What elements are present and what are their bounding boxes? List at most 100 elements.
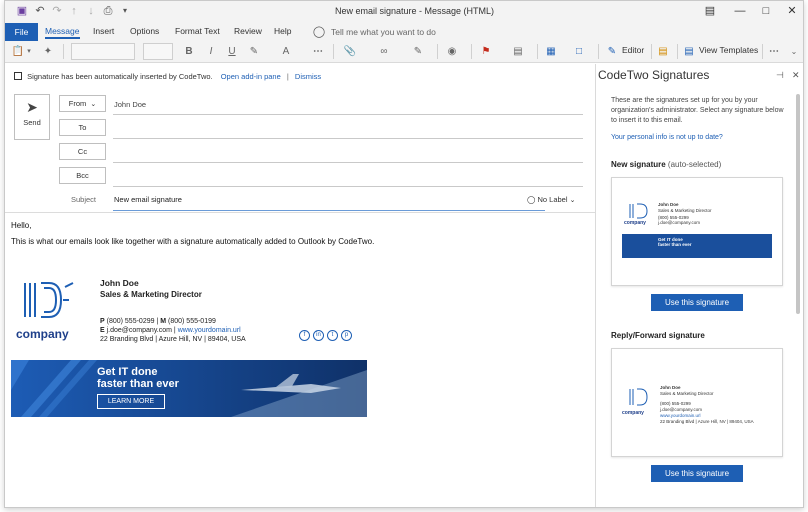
reply-signature-heading: Reply/Forward signature [611,331,705,340]
close-button[interactable]: ✕ [777,3,803,19]
banner-headline: Get IT done faster than ever [97,366,179,390]
dismiss-link[interactable]: Dismiss [295,72,321,81]
undo-icon[interactable]: ↶ [33,4,47,18]
mini-phone: (800) 555-0299 [660,401,691,406]
send-button[interactable]: ➤ Send [14,94,50,140]
pinterest-icon[interactable]: p [341,330,352,341]
underline-icon[interactable]: U [226,45,238,59]
customize-toolbar-icon[interactable]: ▾ [118,4,132,18]
pin-icon[interactable]: ⊣ [776,70,784,81]
mini-email: j.doe@company.com [660,407,703,412]
logo-mark-icon [24,282,74,318]
mini-logo-text: company [622,410,644,416]
logo-mark-icon [629,388,648,406]
signature-title: Sales & Marketing Director [100,290,202,299]
redo-icon[interactable]: ↷ [50,4,64,18]
to-button[interactable]: To [59,119,106,136]
view-templates-icon[interactable]: ▤ [683,45,695,59]
learn-more-button[interactable]: LEARN MORE [97,394,165,409]
sensitivity-label-button[interactable]: ◯ No Label ⌄ [527,195,576,204]
title-bar: ▣ ↶ ↷ ↑ ↓ ⎙ ▾ New email signature - Mess… [5,1,803,23]
bcc-button[interactable]: Bcc [59,167,106,184]
dictate-icon[interactable]: ◉ [445,45,459,59]
twitter-icon[interactable]: t [327,330,338,341]
send-icon: ➤ [26,99,38,115]
to-field[interactable] [113,138,583,139]
signature-icon[interactable]: ✎ [411,45,425,59]
tab-file[interactable]: File [5,23,38,41]
tab-format-text[interactable]: Format Text [175,26,220,36]
from-button[interactable]: From ⌄ [59,95,106,112]
italic-icon[interactable]: I [205,45,217,59]
personal-info-link[interactable]: Your personal info is not up to date? [611,134,723,141]
use-reply-signature-button[interactable]: Use this signature [651,465,743,482]
mini-title: Sales & Marketing Director [658,208,712,213]
cc-field[interactable] [113,162,583,163]
logo-text: company [16,327,69,341]
signature-phones: P (800) 555-0299 | M (800) 555-0199 [100,318,216,325]
tell-me-search[interactable]: Tell me what you want to do [331,27,436,37]
outlook-window: ▣ ↶ ↷ ↑ ↓ ⎙ ▾ New email signature - Mess… [4,0,804,508]
pane-close-icon[interactable]: ✕ [792,70,800,81]
reply-signature-preview[interactable]: company John Doe Sales & Marketing Direc… [611,348,783,457]
signature-address: 22 Branding Blvd | Azure Hill, NV | 8940… [100,336,246,343]
chevron-down-icon: ⌄ [90,101,97,108]
highlight-icon[interactable]: ✎ [247,45,261,59]
cc-button[interactable]: Cc [59,143,106,160]
greeting: Hello, [11,221,32,230]
ribbon-tabs: File Message Insert Options Format Text … [5,23,803,41]
subject-input[interactable]: New email signature [114,195,182,204]
attach-file-icon[interactable]: 📎 [343,45,357,59]
view-templates-button[interactable]: View Templates [699,45,758,55]
logo-mark-icon [629,203,648,219]
paste-dropdown-icon[interactable]: ▾ [25,45,33,59]
down-arrow-icon[interactable]: ↓ [84,4,98,18]
font-color-icon[interactable]: A [279,45,293,59]
send-label: Send [23,118,41,127]
paste-icon[interactable]: 📋 [11,45,25,59]
mini-address: 22 Branding Blvd | Azure Hill, NV | 8940… [660,419,754,424]
tags-icon[interactable]: ▤ [511,45,525,59]
link-icon[interactable]: ∞ [377,45,391,59]
new-signature-heading: New signature (auto-selected) [611,160,722,169]
open-addin-pane-link[interactable]: Open add-in pane [221,72,281,81]
new-signature-preview[interactable]: company John Doe Sales & Marketing Direc… [611,177,783,286]
more-format-icon[interactable]: ⋯ [311,45,325,59]
immersive-reader-icon[interactable]: ▤ [657,45,669,59]
linkedin-icon[interactable]: in [313,330,324,341]
facebook-icon[interactable]: f [299,330,310,341]
compose-area: Signature has been automatically inserte… [5,64,595,507]
print-icon[interactable]: ⎙ [101,4,115,18]
message-body[interactable]: Hello, This is what our emails look like… [11,221,374,246]
save-icon[interactable]: ▣ [15,4,29,18]
editor-button[interactable]: Editor [622,45,644,55]
mini-title: Sales & Marketing Director [660,391,714,396]
more-options-icon[interactable]: ⋯ [767,45,781,59]
tab-insert[interactable]: Insert [93,26,114,36]
from-label: From [68,99,87,108]
use-new-signature-button[interactable]: Use this signature [651,294,743,311]
bold-icon[interactable]: B [183,45,195,59]
signature-web-link[interactable]: www.yourdomain.url [178,327,241,334]
codetwo-addin-icon[interactable]: □ [572,45,586,59]
mini-logo-text: company [624,220,646,226]
shield-icon: ◯ [527,195,536,204]
signature-banner[interactable]: Get IT done faster than ever LEARN MORE [11,360,367,417]
flag-icon[interactable]: ⚑ [479,45,493,59]
format-painter-icon[interactable]: ✦ [41,45,55,59]
font-family-select[interactable] [71,43,135,60]
font-size-select[interactable] [143,43,173,60]
info-text: Signature has been automatically inserte… [27,72,213,81]
pane-scrollbar[interactable] [796,94,800,314]
apps-icon[interactable]: ▦ [544,45,558,59]
tab-help[interactable]: Help [274,26,291,36]
info-bar: Signature has been automatically inserte… [14,72,321,81]
tab-message[interactable]: Message [45,26,80,39]
bcc-field[interactable] [113,186,583,187]
tab-review[interactable]: Review [234,26,262,36]
tab-options[interactable]: Options [130,26,159,36]
editor-icon[interactable]: ✎ [606,45,618,59]
collapse-ribbon-icon[interactable]: ⌄ [789,45,799,59]
ribbon-display-icon[interactable]: ▤ [695,3,725,19]
up-arrow-icon[interactable]: ↑ [67,4,81,18]
